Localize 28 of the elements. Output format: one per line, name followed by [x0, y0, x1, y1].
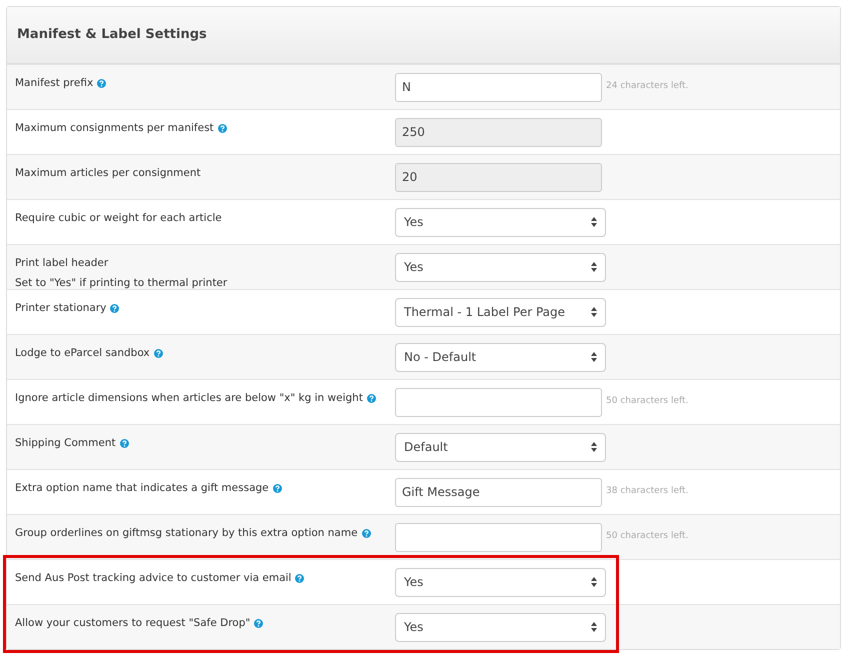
setting-label: Maximum consignments per manifest — [15, 121, 214, 136]
character-counter: 24 characters left. — [606, 80, 688, 94]
dropdown[interactable]: Yes — [395, 568, 606, 596]
setting-label: Manifest prefix — [15, 76, 94, 91]
dropdown[interactable]: Thermal - 1 Label Per Page — [395, 298, 606, 326]
setting-label: Printer stationary — [15, 301, 106, 316]
setting-note: Set to "Yes" if printing to thermal printer — [15, 276, 228, 291]
panel-title: Manifest & Label Settings — [17, 26, 207, 44]
setting-label: Ignore article dimensions when articles are below "x" kg in weight — [15, 391, 363, 406]
dropdown[interactable]: Yes — [395, 208, 606, 236]
dropdown[interactable]: Yes — [395, 252, 606, 282]
character-counter: 50 characters left. — [606, 530, 688, 544]
setting-label: Group orderlines on giftmsg stationary by this extra option name — [15, 526, 358, 541]
text-field[interactable]: Gift Message — [395, 478, 602, 506]
setting-label: Shipping Comment — [15, 436, 116, 451]
setting-label: Maximum articles per consignment — [15, 166, 201, 181]
text-field[interactable]: N — [395, 72, 602, 102]
character-counter: 38 characters left. — [606, 485, 688, 498]
dropdown[interactable]: No - Default — [395, 342, 606, 372]
setting-label: Extra option name that indicates a gift message — [15, 481, 269, 496]
setting-label: Require cubic or weight for each article — [15, 211, 222, 226]
setting-label: Print label header — [15, 256, 108, 271]
character-counter: 50 characters left. — [606, 395, 688, 408]
dropdown[interactable]: Yes — [395, 612, 606, 642]
setting-label: Lodge to eParcel sandbox — [15, 346, 150, 361]
setting-label: Allow your customers to request "Safe Drop" — [15, 616, 250, 631]
setting-label: Send Aus Post tracking advice to customer via email — [15, 571, 292, 586]
dropdown[interactable]: Default — [395, 432, 606, 462]
